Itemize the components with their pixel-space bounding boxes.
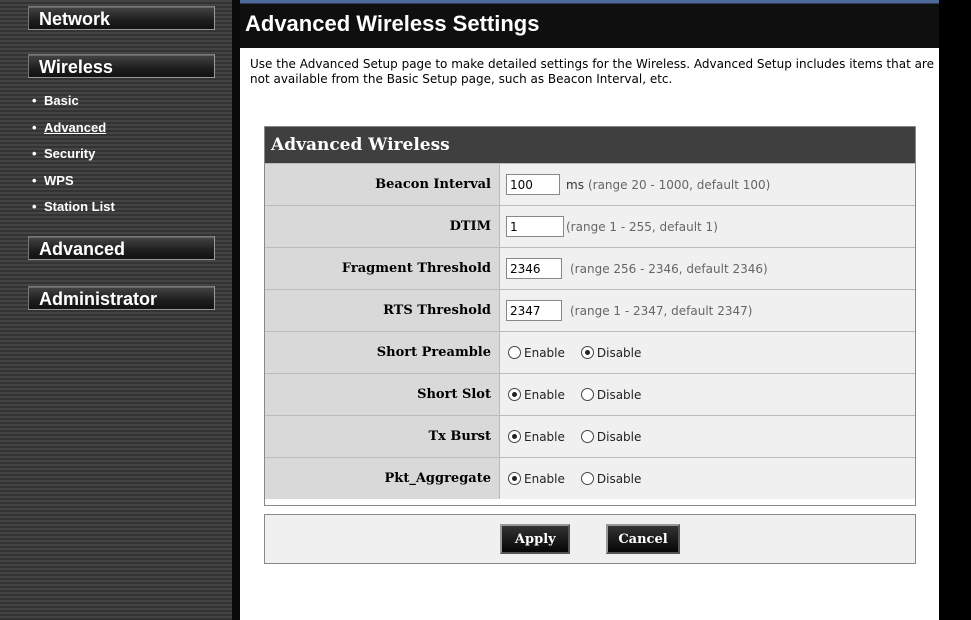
- radio-icon: [508, 388, 521, 401]
- short-slot-label: Short Slot: [265, 374, 499, 415]
- pkt-aggregate-disable-radio[interactable]: Disable: [580, 472, 641, 486]
- menu-wireless[interactable]: Wireless: [28, 54, 215, 78]
- button-bar: Apply Cancel: [264, 514, 916, 564]
- title-bar: Advanced Wireless Settings: [240, 0, 939, 48]
- radio-icon: [508, 430, 521, 443]
- pkt-aggregate-enable-radio[interactable]: Enable: [508, 472, 565, 486]
- short-slot-disable-radio[interactable]: Disable: [580, 388, 641, 402]
- row-dtim: DTIM (range 1 - 255, default 1): [265, 205, 915, 247]
- dtim-hint: (range 1 - 255, default 1): [566, 219, 718, 234]
- tx-burst-disable-radio[interactable]: Disable: [580, 430, 641, 444]
- right-border: [939, 0, 971, 620]
- main-content: Advanced Wireless Settings Use the Advan…: [240, 0, 939, 620]
- short-preamble-label: Short Preamble: [265, 332, 499, 373]
- rts-threshold-input[interactable]: [506, 300, 562, 321]
- submenu-wps[interactable]: • WPS: [32, 172, 115, 199]
- menu-advanced[interactable]: Advanced: [28, 236, 215, 260]
- bullet-icon: •: [32, 199, 37, 214]
- submenu-advanced[interactable]: • Advanced: [32, 119, 115, 146]
- sidebar: Network Wireless • Basic • Advanced • Secur…: [0, 0, 232, 620]
- radio-icon: [580, 472, 594, 485]
- radio-icon: [508, 346, 521, 359]
- row-tx-burst: Tx Burst Enable Disable: [265, 415, 915, 457]
- radio-icon: [580, 388, 594, 401]
- fragment-threshold-hint: (range 256 - 2346, default 2346): [570, 261, 768, 276]
- apply-button[interactable]: Apply: [500, 524, 571, 554]
- rts-threshold-hint: (range 1 - 2347, default 2347): [570, 303, 753, 318]
- short-preamble-disable-radio[interactable]: Disable: [580, 346, 641, 360]
- section-header: Advanced Wireless: [265, 127, 915, 163]
- bullet-icon: •: [32, 146, 37, 161]
- sidebar-divider: [232, 0, 240, 620]
- row-pkt-aggregate: Pkt_Aggregate Enable Disable: [265, 457, 915, 499]
- submenu-station-list[interactable]: • Station List: [32, 198, 115, 225]
- beacon-interval-hint: (range 20 - 1000, default 100): [587, 177, 771, 192]
- row-short-preamble: Short Preamble Enable Disable: [265, 331, 915, 373]
- row-beacon-interval: Beacon Interval ms (range 20 - 1000, def…: [265, 163, 915, 205]
- intro-text: Use the Advanced Setup page to make deta…: [250, 57, 934, 86]
- row-rts-threshold: RTS Threshold (range 1 - 2347, default 2…: [265, 289, 915, 331]
- beacon-interval-input[interactable]: [506, 174, 560, 195]
- row-short-slot: Short Slot Enable Disable: [265, 373, 915, 415]
- wireless-submenu: • Basic • Advanced • Security • WPS • Station…: [32, 92, 115, 225]
- fragment-threshold-label: Fragment Threshold: [265, 248, 499, 289]
- pkt-aggregate-label: Pkt_Aggregate: [265, 458, 499, 499]
- fragment-threshold-input[interactable]: [506, 258, 562, 279]
- submenu-basic[interactable]: • Basic: [32, 92, 115, 119]
- menu-network[interactable]: Network: [28, 6, 215, 30]
- rts-threshold-label: RTS Threshold: [265, 290, 499, 331]
- bullet-icon: •: [32, 172, 37, 188]
- bullet-icon: •: [32, 93, 37, 108]
- tx-burst-enable-radio[interactable]: Enable: [508, 430, 565, 444]
- radio-icon: [580, 430, 594, 443]
- short-preamble-enable-radio[interactable]: Enable: [508, 346, 565, 360]
- row-fragment-threshold: Fragment Threshold (range 256 - 2346, de…: [265, 247, 915, 289]
- dtim-input[interactable]: [506, 216, 564, 237]
- dtim-label: DTIM: [265, 206, 499, 247]
- radio-icon: [580, 346, 594, 359]
- radio-icon: [508, 472, 521, 485]
- advanced-wireless-panel: Advanced Wireless Beacon Interval ms (ra…: [264, 126, 916, 506]
- tx-burst-label: Tx Burst: [265, 416, 499, 457]
- menu-administrator[interactable]: Administrator: [28, 286, 215, 310]
- beacon-interval-unit: ms: [566, 177, 584, 192]
- submenu-security[interactable]: • Security: [32, 145, 115, 172]
- short-slot-enable-radio[interactable]: Enable: [508, 388, 565, 402]
- bullet-icon: •: [32, 119, 37, 135]
- cancel-button[interactable]: Cancel: [606, 524, 680, 554]
- page-title: Advanced Wireless Settings: [245, 11, 540, 36]
- beacon-interval-label: Beacon Interval: [265, 164, 499, 205]
